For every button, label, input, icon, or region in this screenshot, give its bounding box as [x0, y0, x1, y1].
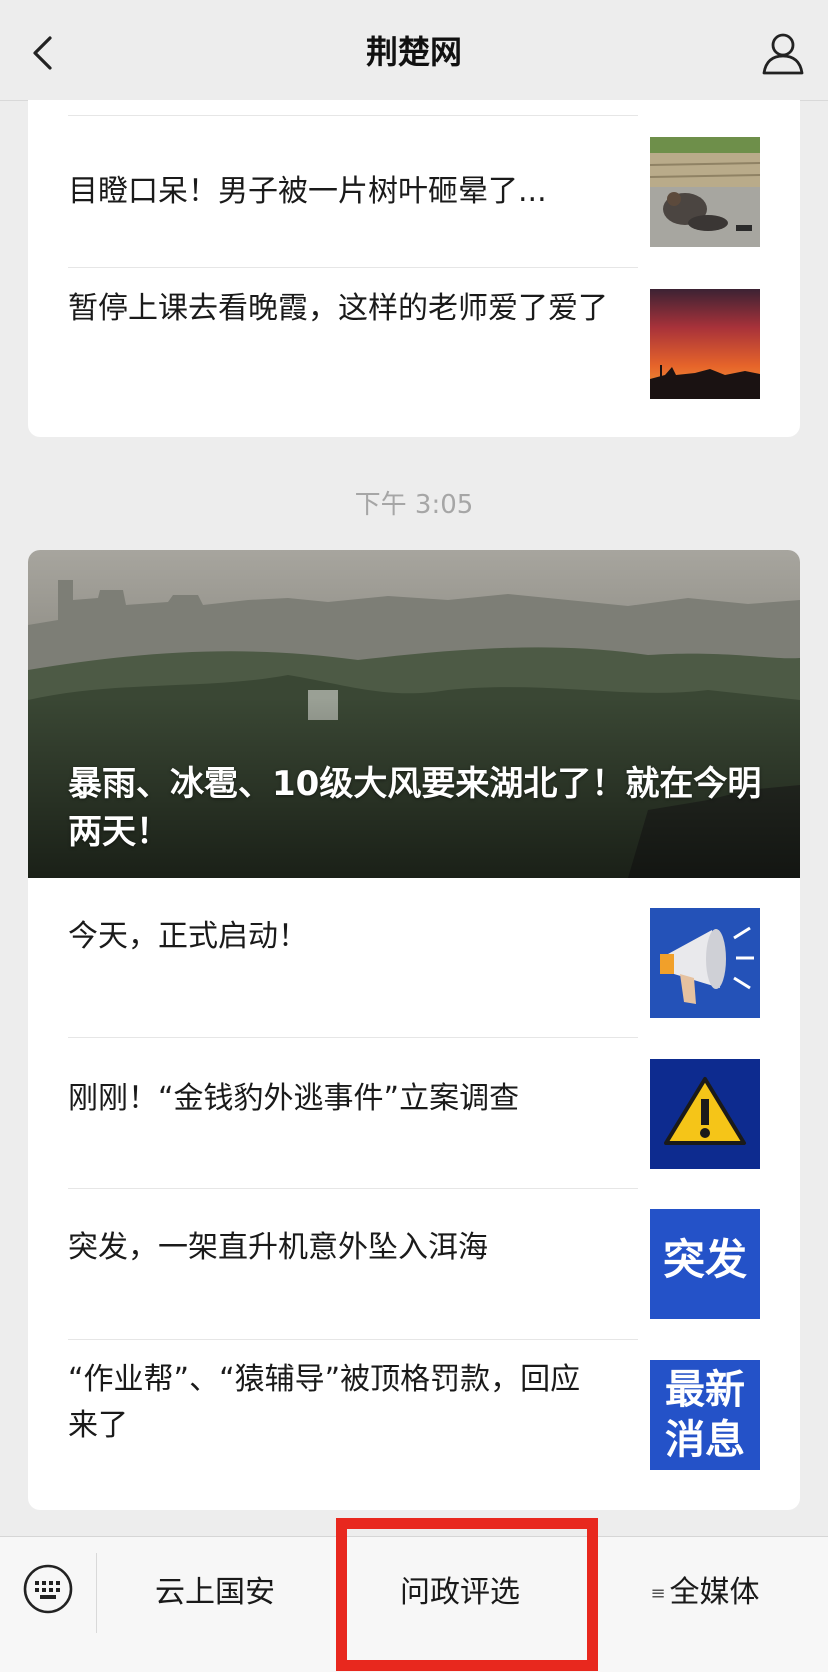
divider — [68, 115, 638, 116]
article-card-bottom: 暴雨、冰雹、10级大风要来湖北了！就在今明两天！ 今天，正式启动！ 刚刚！“金钱… — [28, 550, 800, 1510]
divider — [68, 267, 638, 268]
hero-article[interactable]: 暴雨、冰雹、10级大风要来湖北了！就在今明两天！ — [28, 550, 800, 878]
article-title: “作业帮”、“猿辅导”被顶格罚款，回应来了 — [68, 1362, 581, 1443]
page-title: 荆楚网 — [365, 33, 462, 71]
list-item[interactable]: “作业帮”、“猿辅导”被顶格罚款，回应来了 最新消息 — [28, 1340, 800, 1490]
list-item[interactable]: 今天，正式启动！ — [28, 878, 800, 1028]
list-item[interactable]: 暂停上课去看晚霞，这样的老师爱了爱了 — [28, 269, 800, 419]
article-title: 刚刚！“金钱豹外逃事件”立案调查 — [68, 1081, 520, 1116]
menu-item-wenzhengpingxuan[interactable]: 问政评选 — [345, 1573, 575, 1613]
list-item[interactable]: 目瞪口呆！男子被一片树叶砸晕了... — [28, 117, 800, 267]
sunset-sky-photo — [650, 289, 760, 399]
warning-icon — [650, 1059, 760, 1169]
keyboard-icon[interactable] — [22, 1563, 74, 1615]
user-icon[interactable] — [758, 28, 808, 78]
submenu-icon: ≡ — [650, 1582, 666, 1604]
breaking-news-banner: 突发 — [650, 1209, 760, 1319]
article-card-top: 目瞪口呆！男子被一片树叶砸晕了... 暂停上课去看晚霞，这样的老师爱了爱了 — [28, 100, 800, 437]
hero-title: 暴雨、冰雹、10级大风要来湖北了！就在今明两天！ — [68, 764, 762, 852]
menu-item-label: 全媒体 — [669, 1575, 760, 1610]
menu-item-yunshangguoan[interactable]: 云上国安 — [100, 1573, 330, 1613]
latest-news-banner: 最新消息 — [650, 1360, 760, 1470]
message-timestamp: 下午 3:05 — [354, 490, 474, 520]
man-on-ground-photo — [650, 137, 760, 247]
menu-item-quanmeiti[interactable]: ≡ 全媒体 — [590, 1573, 820, 1614]
megaphone-icon — [650, 908, 760, 1018]
article-title: 今天，正式启动！ — [68, 919, 308, 954]
list-item[interactable]: 突发，一架直升机意外坠入洱海 突发 — [28, 1189, 800, 1339]
thumb-text: 最新消息 — [665, 1367, 745, 1463]
article-title: 突发，一架直升机意外坠入洱海 — [68, 1230, 488, 1265]
article-title: 目瞪口呆！男子被一片树叶砸晕了... — [68, 174, 547, 209]
divider — [96, 1553, 97, 1633]
top-navigation-bar: 荆楚网 — [0, 0, 828, 101]
thumb-text: 突发 — [662, 1235, 747, 1284]
list-item[interactable]: 刚刚！“金钱豹外逃事件”立案调查 — [28, 1038, 800, 1188]
bottom-menu-bar: 云上国安 问政评选 ≡ 全媒体 — [0, 1536, 828, 1672]
article-title: 暂停上课去看晚霞，这样的老师爱了爱了 — [68, 291, 608, 326]
